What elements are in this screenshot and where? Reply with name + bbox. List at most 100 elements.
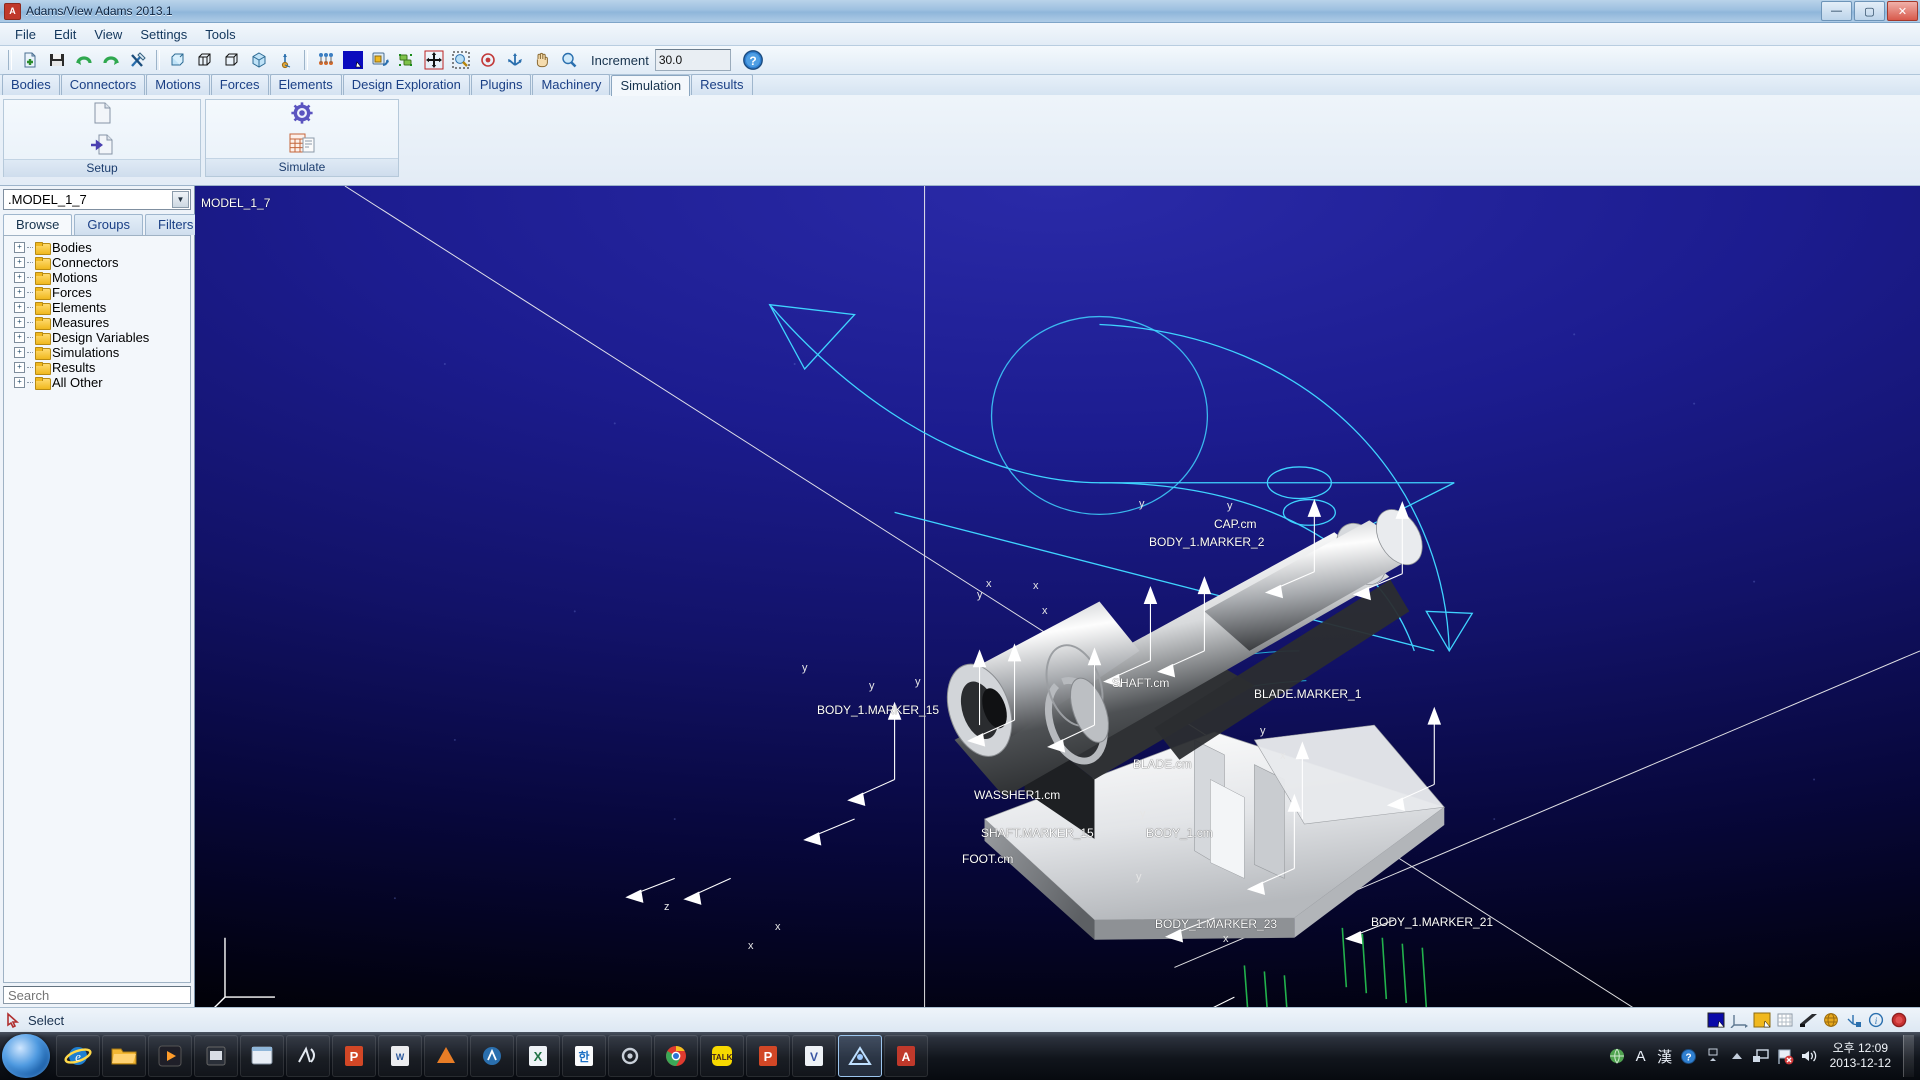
up-arrow-icon[interactable]	[1728, 1047, 1746, 1065]
tree-item-results[interactable]: + Results	[4, 360, 190, 375]
tab-plugins[interactable]: Plugins	[470, 74, 532, 95]
expand-icon[interactable]: +	[14, 317, 25, 328]
show-hidden-icon[interactable]	[1704, 1047, 1722, 1065]
taskbar-powerpoint-viewer-icon[interactable]	[194, 1035, 238, 1077]
taskbar-powerpoint2-icon[interactable]: P	[746, 1035, 790, 1077]
sidebar-tab-browse[interactable]: Browse	[3, 214, 73, 235]
menu-tools[interactable]: Tools	[196, 25, 244, 44]
menu-edit[interactable]: Edit	[45, 25, 85, 44]
expand-icon[interactable]: +	[14, 332, 25, 343]
taskbar-visio-icon[interactable]: V	[792, 1035, 836, 1077]
ime-a-icon[interactable]: A	[1632, 1047, 1650, 1065]
tab-bodies[interactable]: Bodies	[2, 74, 60, 95]
ime-han-icon[interactable]: 漢	[1656, 1047, 1674, 1066]
tree-item-all-other[interactable]: + All Other	[4, 375, 190, 390]
taskbar-hancom-icon[interactable]: 한	[562, 1035, 606, 1077]
tab-machinery[interactable]: Machinery	[532, 74, 611, 95]
taskbar-media-player-icon[interactable]	[148, 1035, 192, 1077]
taskbar-adams-launcher-icon[interactable]	[838, 1035, 882, 1077]
tab-forces[interactable]: Forces	[210, 74, 269, 95]
zoom-box-icon[interactable]	[448, 47, 474, 73]
background-color-icon[interactable]	[1706, 1011, 1726, 1029]
taskbar-powerpoint-icon[interactable]: P	[332, 1035, 376, 1077]
tree-item-motions[interactable]: + Motions	[4, 270, 190, 285]
taskbar-settings-icon[interactable]	[608, 1035, 652, 1077]
axes-icon[interactable]	[1844, 1011, 1864, 1029]
select-objects-icon[interactable]	[394, 47, 420, 73]
new-document-icon[interactable]	[17, 47, 43, 73]
tree-item-connectors[interactable]: + Connectors	[4, 255, 190, 270]
expand-icon[interactable]: +	[14, 242, 25, 253]
stop-icon[interactable]	[1890, 1011, 1910, 1029]
tree-item-bodies[interactable]: + Bodies	[4, 240, 190, 255]
pan-hand-icon[interactable]	[529, 47, 555, 73]
taskbar-clock[interactable]: 오후 12:09 2013-12-12	[1824, 1041, 1897, 1071]
model-viewport[interactable]: MODEL_1_7 CAP.cm BODY_1.MARKER_2 SHAFT.c…	[195, 186, 1920, 1007]
taskbar-kakaotalk-icon[interactable]: TALK	[700, 1035, 744, 1077]
import-document-icon[interactable]	[89, 132, 115, 159]
show-desktop-button[interactable]	[1903, 1035, 1914, 1077]
icon-visibility-icon[interactable]	[313, 47, 339, 73]
expand-icon[interactable]: +	[14, 287, 25, 298]
model-tree[interactable]: + Bodies + Connectors + Motions + Forces…	[3, 235, 191, 983]
view-hidden-line-icon[interactable]	[219, 47, 245, 73]
globe-icon[interactable]	[1821, 1011, 1841, 1029]
render-fill-icon[interactable]	[1752, 1011, 1772, 1029]
flag-icon[interactable]	[1776, 1047, 1794, 1065]
depth-icon[interactable]	[1798, 1011, 1818, 1029]
taskbar-word-icon[interactable]: W	[378, 1035, 422, 1077]
background-color-icon[interactable]	[340, 47, 366, 73]
save-icon[interactable]	[44, 47, 70, 73]
taskbar-blender-icon[interactable]	[424, 1035, 468, 1077]
view-shaded-icon[interactable]	[165, 47, 191, 73]
expand-icon[interactable]: +	[14, 362, 25, 373]
gear-icon[interactable]	[290, 101, 314, 128]
expand-icon[interactable]: +	[14, 272, 25, 283]
model-selector[interactable]: .MODEL_1_7 ▼	[3, 189, 191, 210]
start-orb-icon[interactable]	[2, 1034, 50, 1078]
taskbar-excel-icon[interactable]: X	[516, 1035, 560, 1077]
menu-view[interactable]: View	[85, 25, 131, 44]
monitor-icon[interactable]	[1752, 1047, 1770, 1065]
tree-item-design-variables[interactable]: + Design Variables	[4, 330, 190, 345]
calculator-icon[interactable]	[288, 131, 316, 158]
network-icon[interactable]	[1608, 1047, 1626, 1065]
translate-view-icon[interactable]	[421, 47, 447, 73]
taskbar-adams-icon[interactable]: A	[884, 1035, 928, 1077]
tree-item-forces[interactable]: + Forces	[4, 285, 190, 300]
tab-connectors[interactable]: Connectors	[60, 74, 146, 95]
tab-design-exploration[interactable]: Design Exploration	[342, 74, 470, 95]
taskbar-chrome-icon[interactable]	[654, 1035, 698, 1077]
taskbar-window-icon[interactable]	[240, 1035, 284, 1077]
taskbar-file-explorer-icon[interactable]	[102, 1035, 146, 1077]
working-grid-icon[interactable]	[273, 47, 299, 73]
help-icon[interactable]: ?	[740, 47, 766, 73]
taskbar-internet-explorer-icon[interactable]: e	[56, 1035, 100, 1077]
view-wireframe-icon[interactable]	[192, 47, 218, 73]
minimize-button[interactable]: —	[1821, 1, 1852, 21]
expand-icon[interactable]: +	[14, 347, 25, 358]
tab-simulation[interactable]: Simulation	[611, 75, 691, 96]
undo-icon[interactable]	[98, 47, 124, 73]
coordinate-icon[interactable]	[1729, 1011, 1749, 1029]
sidebar-tab-groups[interactable]: Groups	[74, 214, 143, 235]
rotate-xyz-icon[interactable]	[502, 47, 528, 73]
zoom-icon[interactable]	[556, 47, 582, 73]
tab-results[interactable]: Results	[691, 74, 753, 95]
volume-icon[interactable]	[1800, 1047, 1818, 1065]
close-button[interactable]: ✕	[1887, 1, 1918, 21]
tree-item-elements[interactable]: + Elements	[4, 300, 190, 315]
menu-file[interactable]: File	[6, 25, 45, 44]
blank-document-icon[interactable]	[89, 100, 115, 129]
info-icon[interactable]: i	[1867, 1011, 1887, 1029]
maximize-button[interactable]: ▢	[1854, 1, 1885, 21]
taskbar-autocad-icon[interactable]	[286, 1035, 330, 1077]
chevron-down-icon[interactable]: ▼	[172, 191, 189, 208]
redo-icon[interactable]	[71, 47, 97, 73]
increment-input[interactable]	[654, 49, 731, 71]
tree-item-simulations[interactable]: + Simulations	[4, 345, 190, 360]
tab-motions[interactable]: Motions	[146, 74, 210, 95]
taskbar-app-icon[interactable]	[470, 1035, 514, 1077]
expand-icon[interactable]: +	[14, 257, 25, 268]
center-view-icon[interactable]	[475, 47, 501, 73]
